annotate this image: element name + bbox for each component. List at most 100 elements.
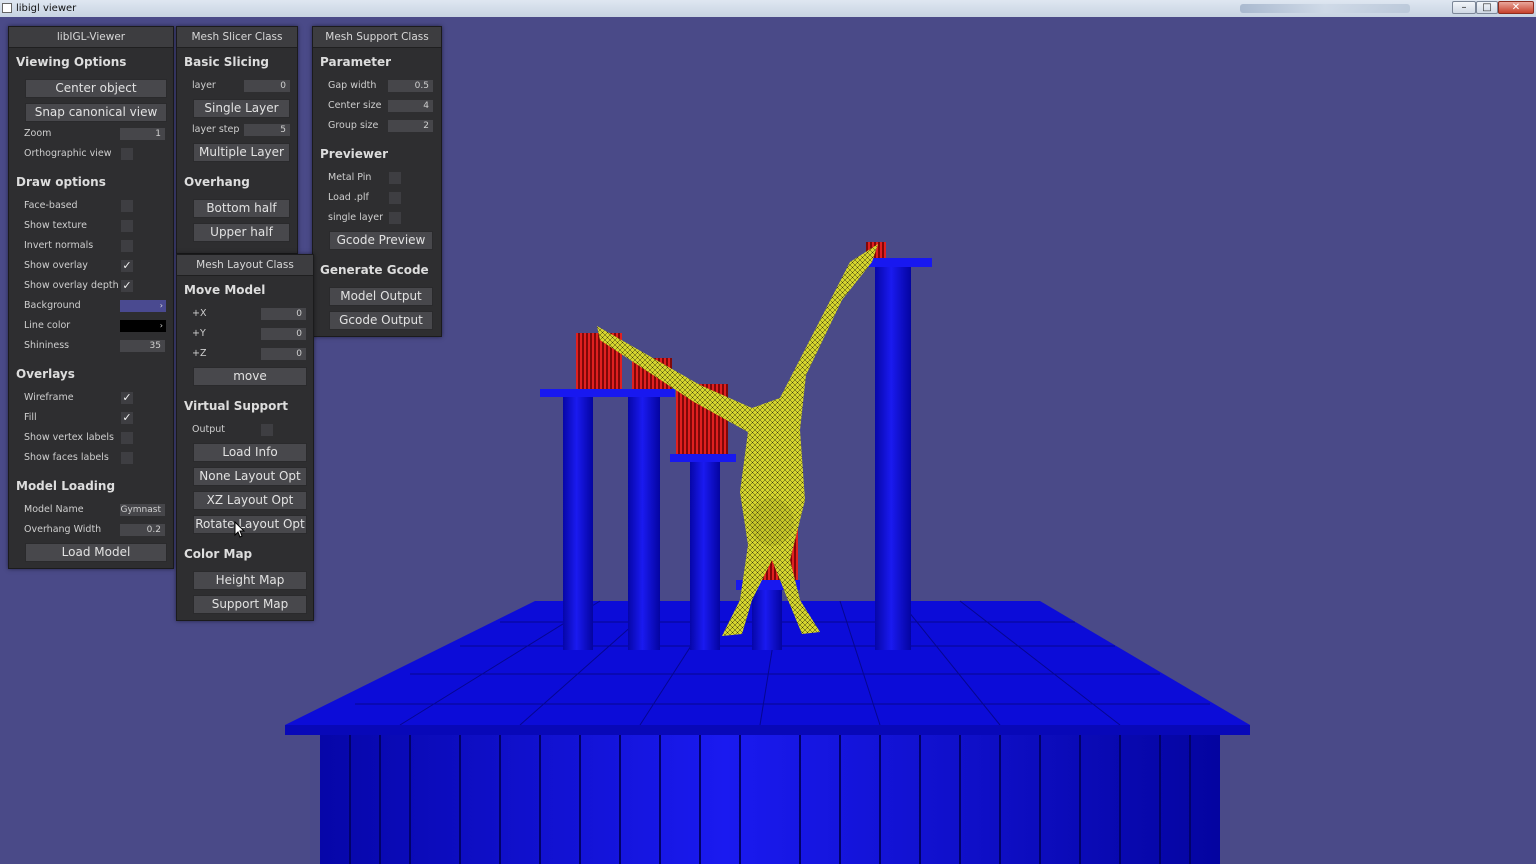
model-loading-heading[interactable]: Model Loading [16,479,115,493]
overhang-heading[interactable]: Overhang [184,175,250,189]
support-columns [540,258,932,650]
window-titlebar: libigl viewer – □ ✕ [0,0,1536,17]
virtual-support-heading[interactable]: Virtual Support [184,399,288,413]
model-name-label: Model Name [24,504,84,515]
window-title: libigl viewer [16,3,77,14]
zoom-label: Zoom [24,128,52,139]
parameter-heading[interactable]: Parameter [320,55,391,69]
output-label: Output [192,424,225,435]
group-size-field[interactable]: 2 [388,120,433,132]
gcode-output-button[interactable]: Gcode Output [329,311,433,330]
show-overlay-depth-checkbox[interactable]: ✓ [121,280,133,292]
gcode-preview-button[interactable]: Gcode Preview [329,231,433,250]
app-icon [2,3,12,13]
color-map-heading[interactable]: Color Map [184,547,252,561]
maximize-button[interactable]: □ [1476,1,1498,14]
viewer-panel-title[interactable]: libIGL-Viewer [9,27,173,48]
model-output-button[interactable]: Model Output [329,287,433,306]
show-faces-labels-checkbox[interactable] [121,452,133,464]
taskbar-strip [1240,4,1410,13]
x-offset-field[interactable]: 0 [261,308,306,320]
show-overlay-label: Show overlay [24,260,88,271]
show-vertex-labels-label: Show vertex labels [24,432,114,443]
fill-checkbox[interactable]: ✓ [121,412,133,424]
close-button[interactable]: ✕ [1498,1,1534,14]
support-panel: Mesh Support Class Parameter Gap width 0… [312,26,442,337]
invert-normals-checkbox[interactable] [121,240,133,252]
show-texture-checkbox[interactable] [121,220,133,232]
support-map-button[interactable]: Support Map [193,595,307,614]
rotate-layout-opt-button[interactable]: Rotate Layout Opt [193,515,307,534]
multiple-layer-button[interactable]: Multiple Layer [193,143,290,162]
gap-width-field[interactable]: 0.5 [388,80,433,92]
layout-panel-title[interactable]: Mesh Layout Class [177,255,313,276]
height-map-button[interactable]: Height Map [193,571,307,590]
metal-pin-label: Metal Pin [328,172,372,183]
slicer-panel-title[interactable]: Mesh Slicer Class [177,27,297,48]
metal-pin-checkbox[interactable] [389,172,401,184]
viewer-panel: libIGL-Viewer Viewing Options Center obj… [8,26,174,569]
generate-gcode-heading[interactable]: Generate Gcode [320,263,429,277]
viewing-options-heading[interactable]: Viewing Options [16,55,126,69]
orthographic-view-label: Orthographic view [24,148,112,159]
single-layer-button[interactable]: Single Layer [193,99,290,118]
bottom-half-button[interactable]: Bottom half [193,199,290,218]
invert-normals-label: Invert normals [24,240,94,251]
model-name-field[interactable]: Gymnast [120,504,165,516]
show-faces-labels-label: Show faces labels [24,452,109,463]
shininess-field[interactable]: 35 [120,340,165,352]
layer-step-field[interactable]: 5 [244,124,290,136]
show-texture-label: Show texture [24,220,87,231]
upper-half-button[interactable]: Upper half [193,223,290,242]
overhang-width-label: Overhang Width [24,524,102,535]
line-color-swatch[interactable]: › [120,320,166,332]
load-plf-label: Load .plf [328,192,369,203]
overlays-heading[interactable]: Overlays [16,367,75,381]
wireframe-checkbox[interactable]: ✓ [121,392,133,404]
shininess-label: Shininess [24,340,70,351]
center-size-field[interactable]: 4 [388,100,433,112]
background-color-swatch[interactable]: › [120,300,166,312]
move-model-heading[interactable]: Move Model [184,283,265,297]
face-based-checkbox[interactable] [121,200,133,212]
none-layout-opt-button[interactable]: None Layout Opt [193,467,307,486]
output-checkbox[interactable] [261,424,273,436]
y-offset-field[interactable]: 0 [261,328,306,340]
minimize-button[interactable]: – [1452,1,1476,14]
support-panel-title[interactable]: Mesh Support Class [313,27,441,48]
load-plf-checkbox[interactable] [389,192,401,204]
layer-field[interactable]: 0 [244,80,290,92]
single-layer-label: single layer [328,212,383,223]
layout-panel: Mesh Layout Class Move Model +X 0 +Y 0 +… [176,254,314,621]
z-offset-field[interactable]: 0 [261,348,306,360]
wireframe-label: Wireframe [24,392,74,403]
show-vertex-labels-checkbox[interactable] [121,432,133,444]
previewer-heading[interactable]: Previewer [320,147,388,161]
zoom-field[interactable]: 1 [120,128,165,140]
background-label: Background [24,300,81,311]
show-overlay-checkbox[interactable]: ✓ [121,260,133,272]
move-button[interactable]: move [193,367,307,386]
snap-canonical-view-button[interactable]: Snap canonical view [25,103,167,122]
gap-width-label: Gap width [328,80,377,91]
center-object-button[interactable]: Center object [25,79,167,98]
lower-columns [320,734,1220,864]
load-model-button[interactable]: Load Model [25,543,167,562]
y-offset-label: +Y [192,328,206,339]
layer-label: layer [192,80,216,91]
x-offset-label: +X [192,308,207,319]
basic-slicing-heading[interactable]: Basic Slicing [184,55,269,69]
show-overlay-depth-label: Show overlay depth [24,280,119,291]
load-info-button[interactable]: Load Info [193,443,307,462]
group-size-label: Group size [328,120,379,131]
mouse-cursor-icon [234,521,246,538]
z-offset-label: +Z [192,348,207,359]
line-color-arrow-icon: › [159,321,163,330]
xz-layout-opt-button[interactable]: XZ Layout Opt [193,491,307,510]
orthographic-view-checkbox[interactable] [121,148,133,160]
single-layer-checkbox[interactable] [389,212,401,224]
layer-step-label: layer step [192,124,240,135]
overhang-width-field[interactable]: 0.2 [120,524,165,536]
draw-options-heading[interactable]: Draw options [16,175,106,189]
fill-label: Fill [24,412,37,423]
